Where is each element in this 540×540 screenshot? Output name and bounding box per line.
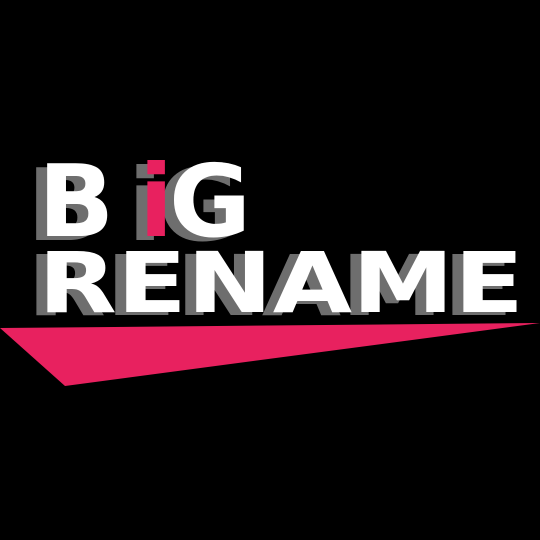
logo-canvas: B i G RENAME B i G RENAME: [0, 0, 540, 540]
logo-face: B i G RENAME: [38, 143, 524, 332]
word-rename: RENAME: [38, 234, 524, 332]
big-rename-logo: B i G RENAME B i G RENAME: [0, 143, 540, 386]
